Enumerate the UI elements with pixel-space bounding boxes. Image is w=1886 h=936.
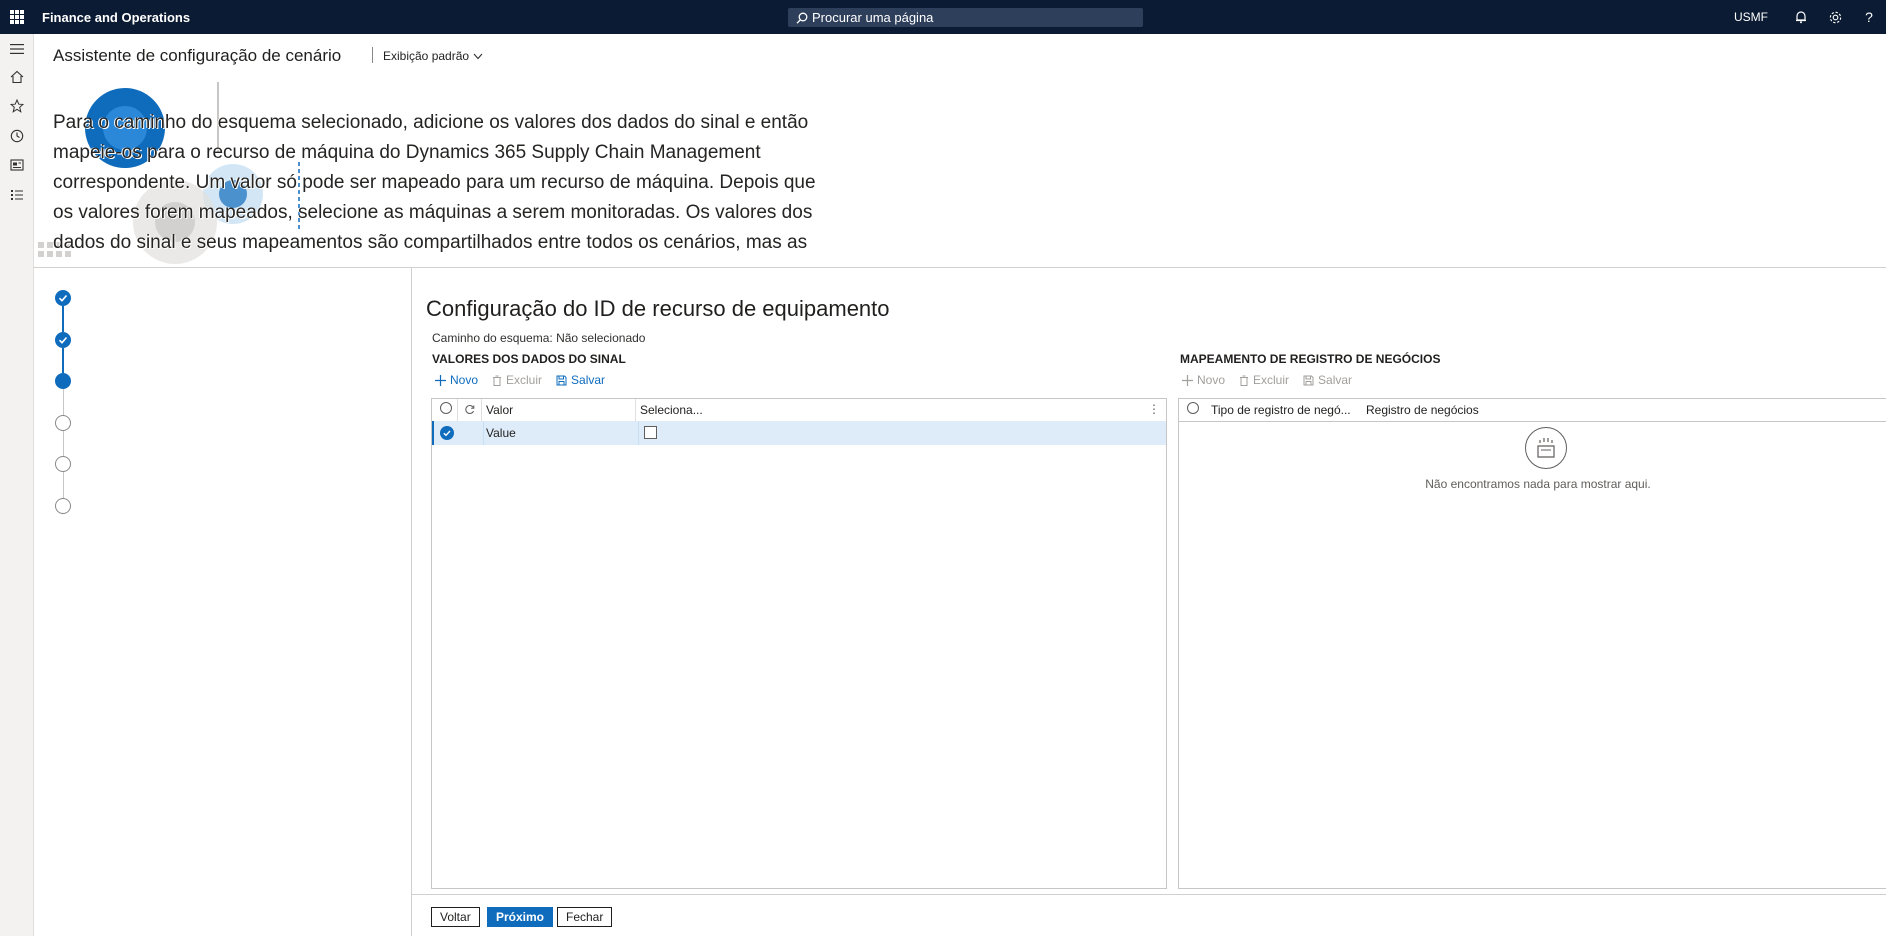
step-5-pending[interactable] [55, 456, 71, 472]
new-button[interactable]: Novo [435, 373, 478, 387]
empty-state-icon [1525, 427, 1567, 469]
trash-icon [1240, 375, 1249, 386]
step-connector [63, 389, 64, 415]
banner-description: Para o caminho do esquema selecionado, a… [53, 108, 863, 258]
home-icon[interactable] [8, 68, 26, 86]
business-mapping-grid: Tipo de registro de negó... Registro de … [1178, 398, 1886, 889]
delete-button[interactable]: Excluir [1239, 373, 1289, 387]
schema-path: Caminho do esquema: Não selecionado [432, 331, 646, 345]
empty-state-message: Não encontramos nada para mostrar aqui. [1425, 477, 1651, 491]
star-icon[interactable] [8, 97, 26, 115]
plus-icon [435, 374, 446, 386]
view-selector[interactable]: Exibição padrão [383, 49, 483, 63]
more-options-icon[interactable]: ⋮ [1148, 403, 1160, 415]
new-button-label: Novo [1197, 373, 1226, 387]
column-header-selected[interactable]: Seleciona... [636, 399, 1156, 421]
chevron-down-icon [473, 53, 483, 59]
column-header-type[interactable]: Tipo de registro de negó... [1207, 399, 1362, 421]
title-divider [372, 47, 373, 63]
workspace-icon[interactable] [8, 156, 26, 174]
step-connector [62, 348, 64, 373]
step-1-complete[interactable] [55, 290, 71, 306]
search-input[interactable]: Procurar uma página [788, 8, 1143, 27]
new-button-label: Novo [450, 373, 479, 387]
signal-values-title: VALORES DOS DADOS DO SINAL [432, 352, 626, 366]
refresh-icon[interactable] [458, 399, 482, 421]
save-button-label: Salvar [1318, 373, 1353, 387]
help-icon[interactable]: ? [1852, 0, 1886, 34]
search-icon [796, 12, 808, 24]
left-nav [0, 34, 34, 936]
cell-divider [638, 421, 639, 445]
step-2-complete[interactable] [55, 332, 71, 348]
waffle-icon[interactable] [10, 10, 24, 24]
app-title[interactable]: Finance and Operations [42, 10, 190, 25]
select-all-radio[interactable] [1179, 399, 1205, 421]
search-placeholder: Procurar uma página [812, 10, 934, 25]
section-title: Configuração do ID de recurso de equipam… [426, 296, 890, 321]
signal-values-grid: Valor Seleciona... ⋮ Value [431, 398, 1167, 889]
company-picker[interactable]: USMF [1734, 10, 1768, 24]
hamburger-icon[interactable] [8, 40, 26, 58]
row-spacer [460, 421, 484, 445]
save-icon [556, 375, 567, 385]
plus-icon [1182, 374, 1193, 386]
page-title: Assistente de configuração de cenário [53, 46, 342, 65]
banner-line: correspondente. Um valor só pode ser map… [53, 172, 816, 193]
column-header-value[interactable]: Valor [482, 399, 636, 421]
table-row[interactable]: Value [432, 421, 1166, 445]
checkmark-icon [58, 336, 68, 344]
back-button[interactable]: Voltar [431, 907, 480, 927]
new-button[interactable]: Novo [1182, 373, 1225, 387]
delete-button-label: Excluir [1253, 373, 1290, 387]
step-4-pending[interactable] [55, 415, 71, 431]
grid-header: Valor Seleciona... ⋮ [432, 399, 1166, 422]
gear-icon[interactable] [1818, 0, 1852, 34]
step-3-current[interactable] [55, 373, 71, 389]
clock-icon[interactable] [8, 127, 26, 145]
step-connector [63, 472, 64, 498]
bell-icon[interactable] [1784, 0, 1818, 34]
step-6-pending[interactable] [55, 498, 71, 514]
grid-header: Tipo de registro de negó... Registro de … [1179, 399, 1886, 422]
wizard-steps [33, 268, 412, 936]
save-button[interactable]: Salvar [1303, 373, 1352, 387]
save-button[interactable]: Salvar [556, 373, 605, 387]
top-bar: Finance and Operations Procurar uma pági… [0, 0, 1886, 34]
banner-line: os valores forem mapeados, selecione as … [53, 202, 813, 223]
banner-line: dados do sinal e seus mapeamentos são co… [53, 232, 808, 253]
delete-button[interactable]: Excluir [492, 373, 542, 387]
business-mapping-actions: Novo Excluir Salvar [1182, 373, 1352, 387]
save-button-label: Salvar [571, 373, 606, 387]
column-header-record[interactable]: Registro de negócios [1362, 399, 1562, 421]
checkmark-icon [58, 294, 68, 302]
business-mapping-title: MAPEAMENTO DE REGISTRO DE NEGÓCIOS [1180, 352, 1441, 366]
next-button[interactable]: Próximo [487, 907, 554, 927]
select-all-radio[interactable] [432, 399, 458, 421]
row-selected-checkbox[interactable] [644, 426, 657, 439]
banner-line: Para o caminho do esquema selecionado, a… [53, 112, 809, 133]
step-connector [62, 306, 64, 332]
step-connector [63, 431, 64, 456]
banner-line: mapeie-os para o recurso de máquina do D… [53, 142, 761, 163]
delete-button-label: Excluir [506, 373, 543, 387]
save-icon [1303, 375, 1314, 385]
footer-divider [412, 894, 1886, 895]
row-value[interactable]: Value [486, 421, 516, 445]
trash-icon [493, 375, 502, 386]
view-selector-label: Exibição padrão [383, 49, 470, 63]
signal-values-actions: Novo Excluir Salvar [435, 373, 605, 387]
list-icon[interactable] [8, 186, 26, 204]
row-selected-check-icon[interactable] [440, 426, 454, 440]
close-button[interactable]: Fechar [557, 907, 613, 927]
